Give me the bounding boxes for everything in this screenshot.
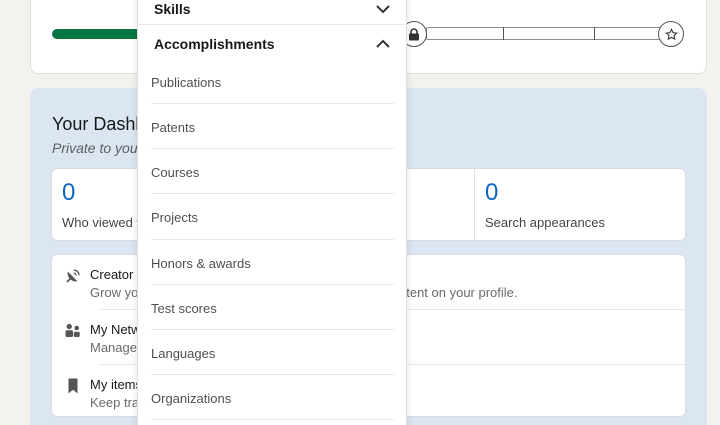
stat-label: Who viewed y (62, 215, 143, 230)
profile-strength-progress (52, 29, 147, 39)
list-item-title: My items (90, 377, 142, 392)
star-icon (658, 21, 684, 47)
dashboard-title: Your Dashb (52, 114, 146, 134)
menu-divider (151, 148, 394, 149)
menu-section-skills[interactable]: Skills (154, 1, 191, 17)
menu-divider (151, 239, 394, 240)
menu-section-accomplishments[interactable]: Accomplishments (154, 36, 275, 52)
stat-value: 0 (62, 179, 76, 206)
list-item-title: My Netw (90, 322, 141, 337)
stat-value: 0 (485, 179, 499, 206)
dashboard-subtitle: Private to you (52, 140, 138, 156)
chevron-down-icon[interactable] (376, 4, 390, 14)
menu-item-test-scores[interactable]: Test scores (151, 301, 217, 316)
menu-item-organizations[interactable]: Organizations (151, 391, 231, 406)
stat-divider (474, 169, 475, 242)
people-icon (65, 323, 80, 337)
menu-divider (151, 103, 394, 104)
progress-track (426, 27, 666, 40)
menu-divider (151, 374, 394, 375)
menu-item-languages[interactable]: Languages (151, 346, 215, 361)
bookmark-icon (68, 378, 78, 394)
menu-divider (151, 329, 394, 330)
menu-item-courses[interactable]: Courses (151, 165, 199, 180)
menu-item-patents[interactable]: Patents (151, 120, 195, 135)
satellite-dish-icon (66, 269, 80, 283)
list-item-desc: Manage (90, 340, 137, 355)
menu-divider (151, 284, 394, 285)
progress-tick (503, 27, 504, 40)
chevron-up-icon[interactable] (376, 39, 390, 49)
menu-item-publications[interactable]: Publications (151, 75, 221, 90)
menu-divider (151, 419, 394, 420)
menu-item-honors-awards[interactable]: Honors & awards (151, 256, 251, 271)
menu-item-projects[interactable]: Projects (151, 210, 198, 225)
stat-label: Search appearances (485, 215, 605, 230)
menu-divider (151, 193, 394, 194)
add-profile-section-menu: Skills Accomplishments Publications Pate… (137, 0, 408, 425)
progress-tick (594, 27, 595, 40)
list-item-desc-continued: ntent on your profile. (399, 285, 518, 300)
menu-divider (138, 24, 408, 25)
